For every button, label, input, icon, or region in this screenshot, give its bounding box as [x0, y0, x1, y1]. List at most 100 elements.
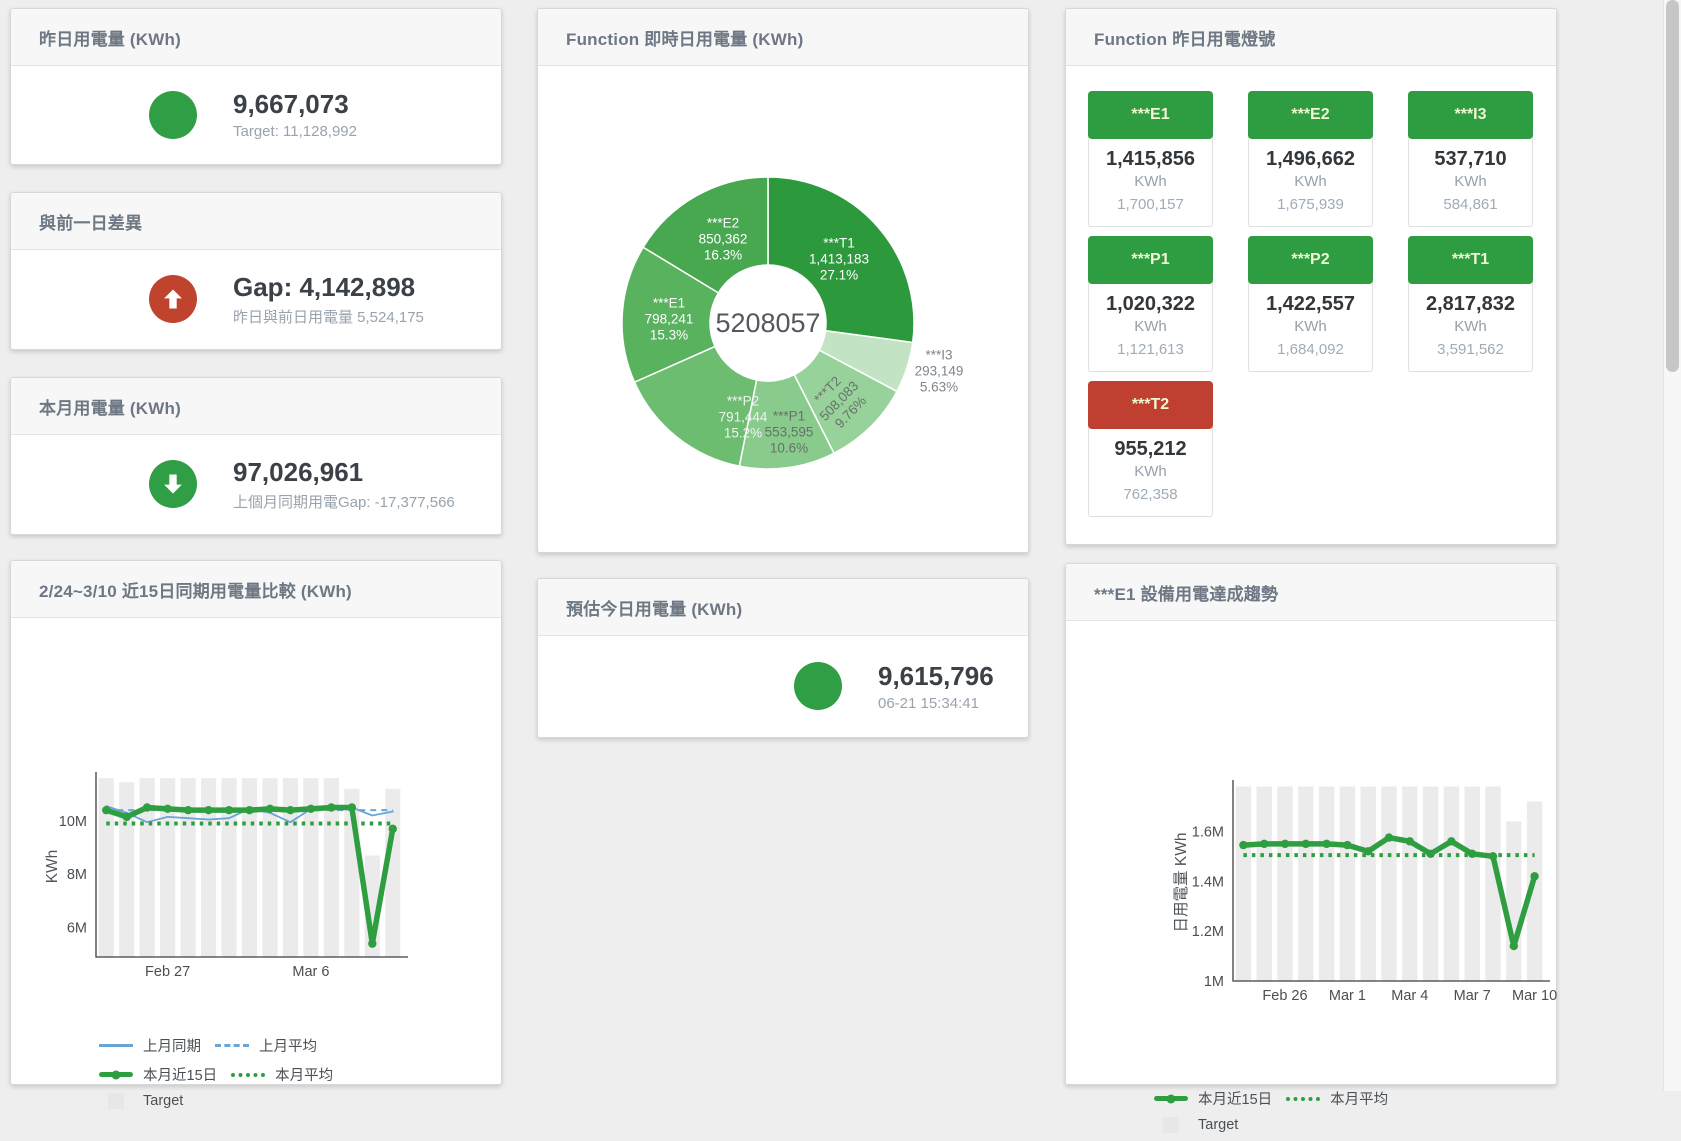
- tile-value: 1,422,557: [1249, 292, 1372, 316]
- card-header: 2/24~3/10 近15日同期用電量比較 (KWh): [11, 561, 501, 618]
- gray-square-icon: [108, 1093, 124, 1109]
- svg-text:***I3: ***I3: [925, 348, 952, 363]
- tile-value: 1,496,662: [1249, 147, 1372, 171]
- svg-text:1M: 1M: [1204, 974, 1224, 990]
- status-tile-header: ***P1: [1088, 236, 1213, 284]
- vertical-scrollbar[interactable]: [1663, 0, 1681, 1091]
- status-tile-p2: ***P2 1,422,557 KWh 1,684,092: [1248, 236, 1373, 372]
- legend-item-this-month-15day[interactable]: 本月近15日: [99, 1064, 217, 1085]
- card-15day-comparison: 2/24~3/10 近15日同期用電量比較 (KWh) 6M8M10MFeb 2…: [10, 560, 502, 1085]
- stat-value: Gap: 4,142,898: [233, 272, 424, 302]
- card-estimate-today: 預估今日用電量 (KWh) 9,615,796 06-21 15:34:41: [537, 578, 1029, 738]
- svg-text:1.4M: 1.4M: [1192, 874, 1224, 890]
- tile-target: 3,591,562: [1409, 338, 1532, 361]
- status-tile-e1: ***E1 1,415,856 KWh 1,700,157: [1088, 91, 1213, 227]
- tile-target: 584,861: [1409, 193, 1532, 216]
- tile-unit: KWh: [1249, 316, 1372, 338]
- svg-text:850,362: 850,362: [699, 232, 748, 247]
- svg-text:***E2: ***E2: [707, 216, 739, 231]
- stat-subtext: 昨日與前日用電量 5,524,175: [233, 306, 424, 327]
- svg-text:1,413,183: 1,413,183: [809, 252, 869, 267]
- blue-dashed-line-icon: [215, 1044, 249, 1047]
- status-circle-icon: [149, 91, 197, 139]
- status-tile-p1: ***P1 1,020,322 KWh 1,121,613: [1088, 236, 1213, 372]
- green-dotted-line-icon: [1286, 1097, 1320, 1101]
- tile-value: 955,212: [1089, 437, 1212, 461]
- card-header: 本月用電量 (KWh): [11, 378, 501, 435]
- green-dotted-line-icon: [231, 1073, 265, 1077]
- legend-item-last-month-average[interactable]: 上月平均: [215, 1035, 317, 1056]
- stat-value: 9,667,073: [233, 89, 357, 119]
- tile-value: 537,710: [1409, 147, 1532, 171]
- card-prev-day-gap: 與前一日差異 Gap: 4,142,898 昨日與前日用電量 5,524,175: [10, 192, 502, 350]
- stat-subtext: 06-21 15:34:41: [878, 695, 994, 712]
- card-header: 與前一日差異: [11, 193, 501, 250]
- svg-text:***P2: ***P2: [727, 394, 759, 409]
- svg-text:8M: 8M: [67, 867, 87, 883]
- green-line-icon: [99, 1072, 133, 1077]
- svg-text:Feb 26: Feb 26: [1262, 988, 1307, 1004]
- svg-text:***T1: ***T1: [823, 236, 855, 251]
- e1-trend-chart[interactable]: 1M1.2M1.4M1.6MFeb 26Mar 1Mar 4Mar 7Mar 1…: [1066, 620, 1558, 1020]
- tile-unit: KWh: [1409, 171, 1532, 193]
- compare-chart-legend: 上月同期 上月平均 本月近15日 本月平均 Target: [99, 1035, 347, 1117]
- trend-chart-legend: 本月近15日 本月平均 Target: [1154, 1088, 1402, 1141]
- card-yesterday-lights: Function 昨日用電燈號 ***E1 1,415,856 KWh 1,70…: [1065, 8, 1557, 545]
- svg-text:Mar 10: Mar 10: [1512, 988, 1557, 1004]
- card-title: 2/24~3/10 近15日同期用電量比較 (KWh): [39, 577, 352, 602]
- status-tile-t2: ***T2 955,212 KWh 762,358: [1088, 381, 1213, 517]
- compare-15day-chart[interactable]: 6M8M10MFeb 27Mar 6KWh: [11, 617, 503, 1017]
- legend-item-target[interactable]: Target: [99, 1093, 195, 1109]
- card-title: Function 昨日用電燈號: [1094, 25, 1275, 50]
- tile-unit: KWh: [1089, 171, 1212, 193]
- realtime-usage-donut-chart[interactable]: ***T11,413,18327.1%***I3293,1495.63%***T…: [538, 65, 1030, 550]
- legend-item-target[interactable]: Target: [1154, 1117, 1250, 1133]
- card-header: 昨日用電量 (KWh): [11, 9, 501, 66]
- svg-text:1.2M: 1.2M: [1192, 924, 1224, 940]
- legend-item-last-month-same-period[interactable]: 上月同期: [99, 1035, 201, 1056]
- legend-item-this-month-average[interactable]: 本月平均: [231, 1064, 333, 1085]
- svg-text:15.3%: 15.3%: [650, 328, 688, 343]
- legend-item-this-month-average[interactable]: 本月平均: [1286, 1088, 1388, 1109]
- scrollbar-thumb[interactable]: [1666, 0, 1679, 372]
- svg-text:27.1%: 27.1%: [820, 268, 858, 283]
- card-title: ***E1 設備用電達成趨勢: [1094, 580, 1278, 605]
- tile-unit: KWh: [1089, 461, 1212, 483]
- card-header: ***E1 設備用電達成趨勢: [1066, 564, 1556, 621]
- green-line-icon: [1154, 1096, 1188, 1101]
- svg-text:5.63%: 5.63%: [920, 380, 958, 395]
- svg-text:10M: 10M: [59, 814, 87, 830]
- svg-text:798,241: 798,241: [645, 312, 694, 327]
- card-title: 預估今日用電量 (KWh): [566, 595, 742, 620]
- status-circle-icon: [794, 662, 842, 710]
- tile-unit: KWh: [1249, 171, 1372, 193]
- blue-line-icon: [99, 1044, 133, 1047]
- stat-subtext: 上個月同期用電Gap: -17,377,566: [233, 491, 455, 512]
- svg-text:16.3%: 16.3%: [704, 248, 742, 263]
- tile-unit: KWh: [1089, 316, 1212, 338]
- status-tile-header: ***P2: [1248, 236, 1373, 284]
- card-e1-trend: ***E1 設備用電達成趨勢 1M1.2M1.4M1.6MFeb 26Mar 1…: [1065, 563, 1557, 1085]
- status-tile-grid: ***E1 1,415,856 KWh 1,700,157 ***E2 1,49…: [1088, 91, 1533, 517]
- card-month-usage: 本月用電量 (KWh) 97,026,961 上個月同期用電Gap: -17,3…: [10, 377, 502, 535]
- tile-value: 1,415,856: [1089, 147, 1212, 171]
- tile-target: 1,700,157: [1089, 193, 1212, 216]
- tile-value: 2,817,832: [1409, 292, 1532, 316]
- legend-item-this-month-15day[interactable]: 本月近15日: [1154, 1088, 1272, 1109]
- svg-text:10.6%: 10.6%: [770, 441, 808, 456]
- status-tile-header: ***E1: [1088, 91, 1213, 139]
- status-tile-e2: ***E2 1,496,662 KWh 1,675,939: [1248, 91, 1373, 227]
- svg-text:Feb 27: Feb 27: [145, 964, 190, 980]
- card-title: Function 即時日用電量 (KWh): [566, 25, 803, 50]
- svg-text:日用電量 KWh: 日用電量 KWh: [1173, 833, 1190, 933]
- status-tile-header: ***E2: [1248, 91, 1373, 139]
- svg-text:5208057: 5208057: [715, 308, 820, 338]
- status-tile-header: ***T1: [1408, 236, 1533, 284]
- svg-text:15.2%: 15.2%: [724, 426, 762, 441]
- arrow-down-icon: [149, 460, 197, 508]
- status-tile-header: ***I3: [1408, 91, 1533, 139]
- tile-target: 762,358: [1089, 483, 1212, 506]
- stat-subtext: Target: 11,128,992: [233, 123, 357, 140]
- tile-unit: KWh: [1409, 316, 1532, 338]
- card-title: 與前一日差異: [39, 209, 142, 234]
